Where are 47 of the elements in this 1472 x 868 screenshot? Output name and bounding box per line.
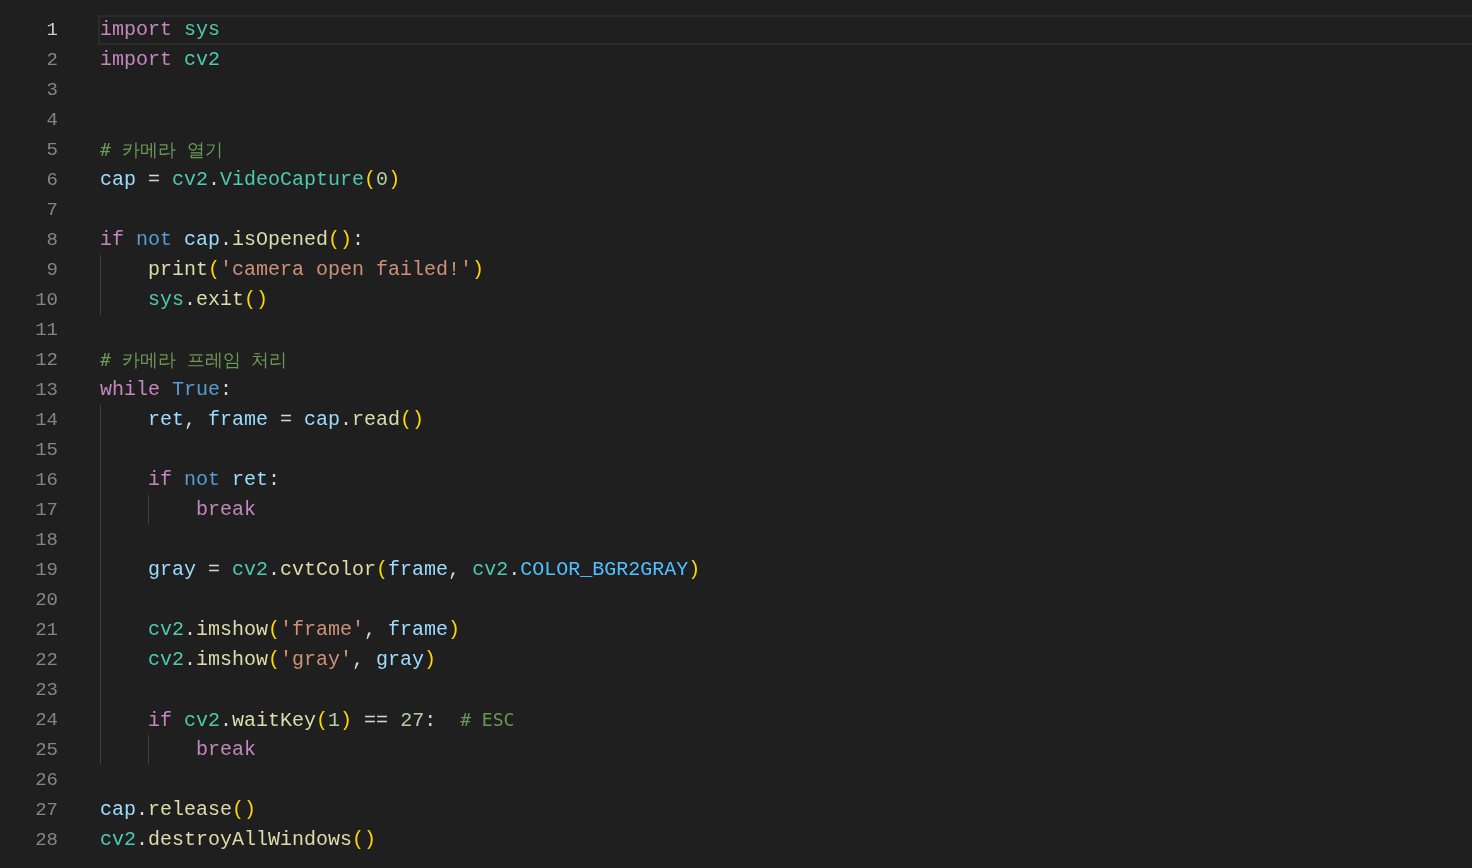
line-number: 12 [34,348,58,373]
code-line: import sys [100,17,221,43]
line-number: 26 [34,768,58,793]
line-number: 24 [34,708,58,733]
line-number: 22 [34,648,58,673]
code-line: cv2.destroyAllWindows() [100,827,377,853]
line-number: 16 [34,468,58,493]
line-number: 11 [34,318,58,343]
line-number: 21 [34,618,58,643]
line-number: 3 [45,78,58,103]
line-number: 17 [34,498,58,523]
code-line: if cv2.waitKey(1) == 27: # ESC [147,707,515,734]
line-number: 10 [34,288,58,313]
code-line: break [195,737,257,763]
code-line: print('camera open failed!') [147,257,485,283]
line-number: 27 [34,798,58,823]
line-number: 13 [34,378,58,403]
line-number: 15 [34,438,58,463]
line-number: 7 [45,198,58,223]
code-line: # 카메라 프레임 처리 [100,347,288,372]
code-line: # 카메라 열기 [100,137,223,162]
line-number: 18 [34,528,58,553]
code-line: while True: [100,377,233,403]
code-line: import cv2 [100,47,221,73]
code-line: cap.release() [100,797,257,823]
code-line: cap = cv2.VideoCapture(0) [100,167,401,193]
line-number: 2 [45,48,58,73]
line-number: 14 [34,408,58,433]
code-line: if not cap.isOpened(): [100,227,365,253]
line-number: 1 [45,18,58,43]
code-line: sys.exit() [147,287,269,313]
line-number: 20 [34,588,58,613]
line-number: 4 [45,108,58,133]
code-line: gray = cv2.cvtColor(frame, cv2.COLOR_BGR2GRAY) [147,557,701,583]
line-number: 28 [34,828,58,853]
line-number: 19 [34,558,58,583]
line-number: 6 [45,168,58,193]
line-number: 9 [45,258,58,283]
line-number: 25 [34,738,58,763]
code-line: cv2.imshow('gray', gray) [147,647,437,673]
line-number: 8 [45,228,58,253]
code-line: if not ret: [147,467,281,493]
line-number: 5 [45,138,58,163]
line-number: 23 [34,678,58,703]
code-line: ret, frame = cap.read() [147,407,425,433]
code-line: break [195,497,257,523]
code-line: cv2.imshow('frame', frame) [147,617,461,643]
